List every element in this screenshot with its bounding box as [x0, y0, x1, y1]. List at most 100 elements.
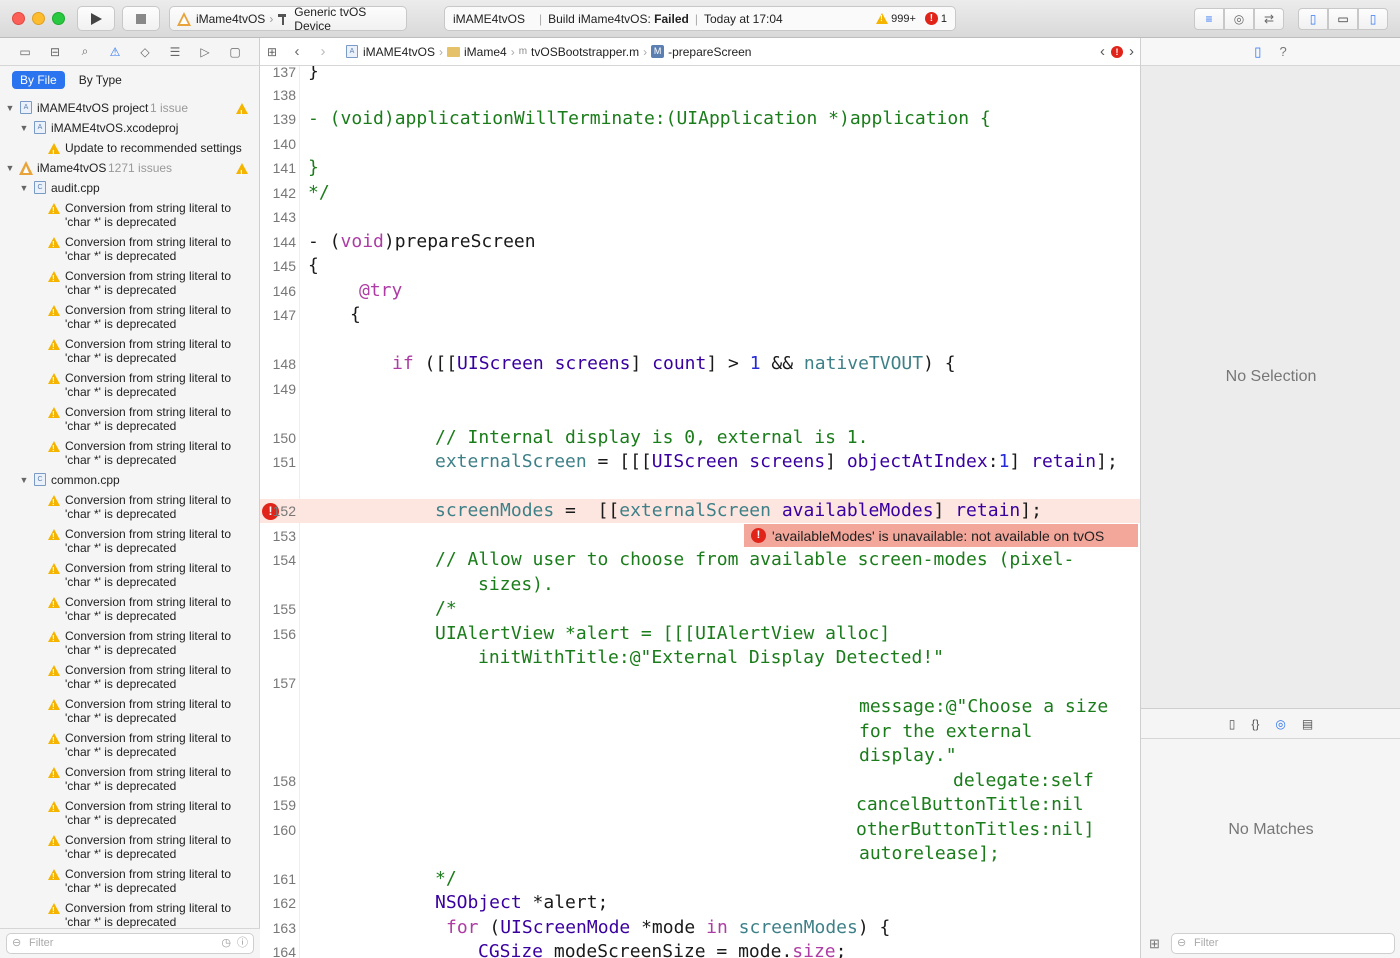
xcodeproj-row[interactable]: ▼ A iMAME4tvOS.xcodeproj: [0, 118, 260, 138]
errors-only-icon[interactable]: ⓘ: [237, 934, 248, 953]
warning-issue-row[interactable]: Conversion from string literal to'char *…: [0, 300, 260, 334]
file-inspector-icon[interactable]: ▯: [1254, 44, 1261, 60]
previous-issue-icon[interactable]: ‹: [1100, 43, 1105, 60]
activity-project-label: iMAME4tvOS: [453, 11, 526, 26]
quick-help-icon[interactable]: ?: [1279, 44, 1286, 59]
source-control-icon[interactable]: ⊟: [40, 45, 70, 59]
warning-issue-row[interactable]: Conversion from string literal to'char *…: [0, 694, 260, 728]
code-line: 157: [272, 675, 296, 691]
warning-issue-row[interactable]: Conversion from string literal to'char *…: [0, 558, 260, 592]
warning-issue-row[interactable]: Conversion from string literal to'char *…: [0, 368, 260, 402]
run-button[interactable]: [77, 6, 115, 31]
warning-issue-row[interactable]: Conversion from string literal to'char *…: [0, 796, 260, 830]
code-line: 162 NSObject *alert;: [272, 892, 609, 913]
toggle-navigator-button[interactable]: ▯: [1298, 8, 1328, 30]
issue-navigator-icon[interactable]: ⚠: [100, 45, 130, 59]
warning-text-line2: 'char *' is deprecated: [65, 215, 177, 229]
code-line: 154// Allow user to choose from availabl…: [272, 549, 1075, 570]
assistant-editor-button[interactable]: ◎: [1224, 8, 1254, 30]
minimize-window-button[interactable]: [32, 12, 45, 25]
standard-editor-button[interactable]: ≡: [1194, 8, 1224, 30]
clock-icon[interactable]: ◷: [221, 934, 231, 953]
inline-error-banner[interactable]: ! 'availableModes' is unavailable: not a…: [744, 524, 1138, 547]
code-line: 138: [272, 87, 296, 103]
related-items-icon[interactable]: ⊞: [260, 45, 284, 59]
warning-issue-row[interactable]: Conversion from string literal to'char *…: [0, 762, 260, 796]
issue-tree: ▼ A iMAME4tvOS project 1 issue ▼ A iMAME…: [0, 98, 260, 932]
toggle-debug-area-button[interactable]: ▭: [1328, 8, 1358, 30]
file-row-common[interactable]: ▼ C common.cpp: [0, 470, 260, 490]
file-row-audit[interactable]: ▼ C audit.cpp: [0, 178, 260, 198]
test-icon[interactable]: ◇: [130, 45, 160, 59]
folder-icon[interactable]: ▭: [10, 45, 40, 59]
file-name: audit.cpp: [51, 181, 100, 195]
warning-issue-row[interactable]: Conversion from string literal to'char *…: [0, 626, 260, 660]
method-icon: M: [651, 45, 665, 58]
issue-counts[interactable]: 999+ ! 1: [876, 12, 947, 25]
no-matches-label: No Matches: [1228, 821, 1314, 838]
error-message: 'availableModes' is unavailable: not ava…: [772, 527, 1105, 544]
code-line: sizes).: [478, 574, 554, 595]
warning-text-line1: Conversion from string literal to: [65, 527, 232, 541]
version-editor-button[interactable]: ⇄: [1254, 8, 1284, 30]
warning-issue-row[interactable]: Conversion from string literal to'char *…: [0, 524, 260, 558]
activity-viewer: iMAME4tvOS | Build iMame4tvOS: Failed | …: [444, 6, 956, 31]
source-editor[interactable]: 137} 138 139- (void)applicationWillTermi…: [260, 66, 1140, 958]
warning-issue-row[interactable]: Conversion from string literal to'char *…: [0, 266, 260, 300]
find-icon[interactable]: ⌕: [70, 44, 100, 59]
grid-view-icon[interactable]: ⊞: [1149, 936, 1160, 952]
code-line: 150// Internal display is 0, external is…: [272, 427, 869, 448]
scheme-project-label: iMame4tvOS: [195, 11, 266, 26]
error-icon[interactable]: !: [1111, 45, 1123, 58]
report-icon[interactable]: ▢: [220, 45, 250, 59]
warning-issue-row[interactable]: Conversion from string literal to'char *…: [0, 660, 260, 694]
breadcrumb-group[interactable]: iMame4: [464, 45, 507, 59]
warning-text-line2: 'char *' is deprecated: [65, 847, 177, 861]
code-snippet-icon[interactable]: {}: [1251, 717, 1259, 731]
hammer-icon: [278, 14, 287, 25]
navigator-tabs: ▭ ⊟ ⌕ ⚠ ◇ ☰ ▷ ▢: [0, 38, 259, 66]
warning-issue-row[interactable]: Conversion from string literal to'char *…: [0, 436, 260, 470]
media-library-icon[interactable]: ▤: [1302, 717, 1313, 731]
warning-issue-row[interactable]: Conversion from string literal to'char *…: [0, 334, 260, 368]
warning-issue-row[interactable]: Conversion from string literal to'char *…: [0, 898, 260, 932]
breakpoint-icon[interactable]: ▷: [190, 45, 220, 59]
code-line: 137}: [272, 66, 319, 82]
next-issue-icon[interactable]: ›: [1129, 43, 1134, 60]
close-window-button[interactable]: [12, 12, 25, 25]
warning-text-line1: Conversion from string literal to: [65, 493, 232, 507]
stop-button[interactable]: [122, 6, 160, 31]
warning-issue-row[interactable]: Conversion from string literal to'char *…: [0, 830, 260, 864]
project-row[interactable]: ▼ A iMAME4tvOS project 1 issue: [0, 98, 260, 124]
by-type-tab[interactable]: By Type: [71, 71, 130, 89]
by-file-tab[interactable]: By File: [12, 71, 65, 89]
warning-issue-row[interactable]: Conversion from string literal to'char *…: [0, 198, 260, 232]
warning-text-line1: Conversion from string literal to: [65, 337, 232, 351]
navigator-filter-field[interactable]: ⊖ Filter ◷ ⓘ: [6, 933, 254, 954]
scheme-selector[interactable]: iMame4tvOS › Generic tvOS Device: [169, 5, 407, 33]
toggle-inspector-button[interactable]: ▯: [1358, 8, 1388, 30]
breadcrumb-file[interactable]: tvOSBootstrapper.m: [531, 45, 639, 59]
object-library-icon[interactable]: ◎: [1275, 717, 1285, 731]
no-selection-label: No Selection: [1225, 368, 1317, 385]
warning-issue-row[interactable]: Conversion from string literal to'char *…: [0, 232, 260, 266]
warning-icon: [48, 271, 60, 286]
warning-issue-row[interactable]: Conversion from string literal to'char *…: [0, 490, 260, 524]
warning-issue-row[interactable]: Conversion from string literal to'char *…: [0, 592, 260, 626]
warning-issue-row[interactable]: Conversion from string literal to'char *…: [0, 402, 260, 436]
forward-arrow-icon[interactable]: ›: [310, 43, 336, 60]
update-settings-row[interactable]: Update to recommended settings: [0, 138, 260, 164]
file-template-icon[interactable]: ▯: [1229, 717, 1236, 731]
library-filter-field[interactable]: ⊖ Filter: [1171, 933, 1395, 954]
breadcrumb-project[interactable]: iMAME4tvOS: [363, 45, 435, 59]
warning-text-line1: Conversion from string literal to: [65, 765, 232, 779]
warning-issue-row[interactable]: Conversion from string literal to'char *…: [0, 728, 260, 762]
warning-text-line2: 'char *' is deprecated: [65, 813, 177, 827]
target-row[interactable]: ▼ iMame4tvOS 1271 issues: [0, 158, 260, 184]
cpp-file-icon: C: [34, 181, 46, 194]
debug-icon[interactable]: ☰: [160, 45, 190, 59]
back-arrow-icon[interactable]: ‹: [284, 43, 310, 60]
zoom-window-button[interactable]: [52, 12, 65, 25]
warning-issue-row[interactable]: Conversion from string literal to'char *…: [0, 864, 260, 898]
breadcrumb-method[interactable]: -prepareScreen: [668, 45, 751, 59]
